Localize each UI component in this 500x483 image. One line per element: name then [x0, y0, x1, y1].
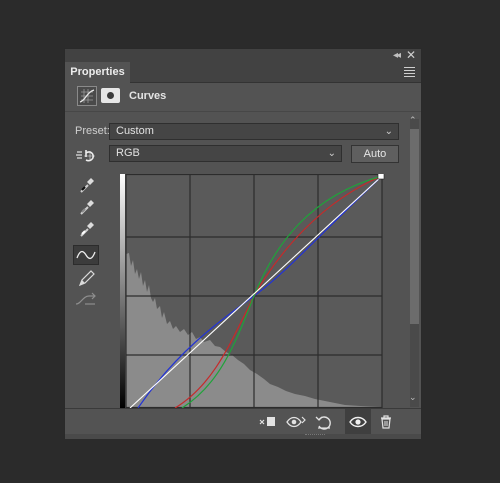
preset-label: Preset:: [75, 125, 110, 137]
pencil-draw-icon[interactable]: [73, 268, 99, 288]
scrollbar-thumb[interactable]: [410, 129, 419, 324]
curves-graph[interactable]: [120, 172, 385, 411]
channel-dropdown[interactable]: RGB ⌄: [109, 145, 342, 162]
preset-value: Custom: [116, 125, 154, 137]
preset-dropdown[interactable]: Custom ⌄: [109, 123, 399, 140]
scroll-up-arrow-icon[interactable]: ⌃: [409, 115, 417, 126]
panel-resize-bar[interactable]: [65, 434, 421, 439]
close-icon[interactable]: ✕: [406, 49, 416, 62]
panel-tab-bar: Properties: [65, 62, 421, 83]
curve-endpoint-handle[interactable]: [377, 172, 385, 180]
chevron-down-icon: ⌄: [384, 126, 393, 137]
panel-footer: [65, 408, 421, 435]
resize-grip-icon[interactable]: [305, 434, 325, 439]
output-gradient-bar: [120, 174, 125, 408]
collapse-icon[interactable]: ◂◂: [393, 49, 401, 62]
black-point-eyedropper-icon[interactable]: [73, 175, 99, 195]
channel-value: RGB: [116, 147, 140, 159]
toggle-visibility-icon[interactable]: [345, 409, 371, 435]
reset-icon[interactable]: [311, 409, 337, 435]
on-image-adjust-icon[interactable]: [73, 146, 99, 166]
layer-mask-icon[interactable]: [101, 88, 120, 103]
smooth-curve-icon[interactable]: [73, 290, 99, 310]
white-point-eyedropper-icon[interactable]: [73, 219, 99, 239]
auto-button[interactable]: Auto: [351, 145, 399, 163]
properties-panel: ◂◂ ✕ Properties Curves Preset: Custom ⌄ …: [64, 48, 422, 439]
clip-to-layer-icon[interactable]: [255, 409, 281, 435]
gray-point-eyedropper-icon[interactable]: [73, 197, 99, 217]
curves-graph-svg[interactable]: [120, 172, 385, 409]
panel-menu-icon[interactable]: [404, 67, 415, 79]
curves-adjustment-icon[interactable]: [77, 86, 97, 106]
delete-icon[interactable]: [373, 409, 399, 435]
curve-edit-icon[interactable]: [73, 245, 99, 265]
scroll-down-arrow-icon[interactable]: ⌄: [409, 392, 417, 403]
panel-grip-bar[interactable]: ◂◂ ✕: [65, 49, 421, 63]
chevron-down-icon: ⌄: [327, 148, 336, 159]
tab-properties[interactable]: Properties: [65, 62, 130, 83]
adjustment-title: Curves: [129, 90, 167, 102]
adjustment-header: Curves: [65, 83, 421, 112]
view-previous-state-icon[interactable]: [283, 409, 309, 435]
